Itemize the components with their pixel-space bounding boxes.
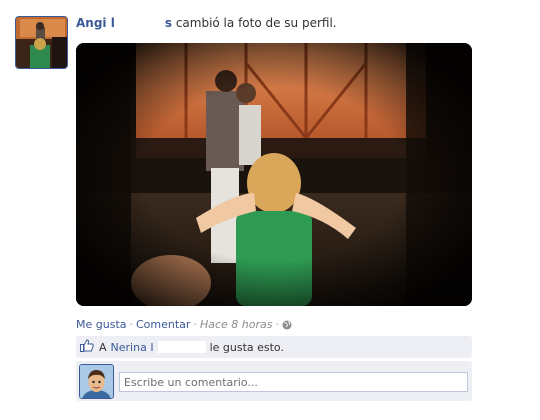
likes-prefix: A <box>99 340 107 354</box>
separator: · <box>275 318 279 331</box>
liker-name-link[interactable]: Nerina I <box>111 341 154 354</box>
comment-link[interactable]: Comentar <box>136 318 190 331</box>
profile-photo[interactable] <box>76 43 472 306</box>
author-name-link[interactable]: Angi ls <box>76 16 172 30</box>
thumbs-up-icon <box>80 339 94 355</box>
story-headline: Angi ls cambió la foto de su perfil. <box>76 16 337 30</box>
likes-suffix: le gusta esto. <box>209 340 284 354</box>
comment-input[interactable] <box>119 372 468 392</box>
likes-summary: A Nerina I le gusta esto. <box>76 336 472 358</box>
feedback-section: A Nerina I le gusta esto. <box>76 336 472 401</box>
redacted-surname <box>114 17 165 29</box>
separator: · <box>129 318 134 331</box>
redacted-surname <box>157 341 206 353</box>
current-user-avatar[interactable] <box>79 364 114 399</box>
story-action-text: cambió la foto de su perfil. <box>175 16 337 30</box>
separator: · <box>193 318 197 331</box>
timestamp-link[interactable]: Hace 8 horas <box>200 318 273 331</box>
story-actions: Me gusta · Comentar · Hace 8 horas · <box>76 318 292 333</box>
profile-avatar[interactable] <box>15 16 68 69</box>
comment-composer <box>76 361 472 401</box>
like-link[interactable]: Me gusta <box>76 318 127 331</box>
globe-icon[interactable] <box>282 320 292 333</box>
